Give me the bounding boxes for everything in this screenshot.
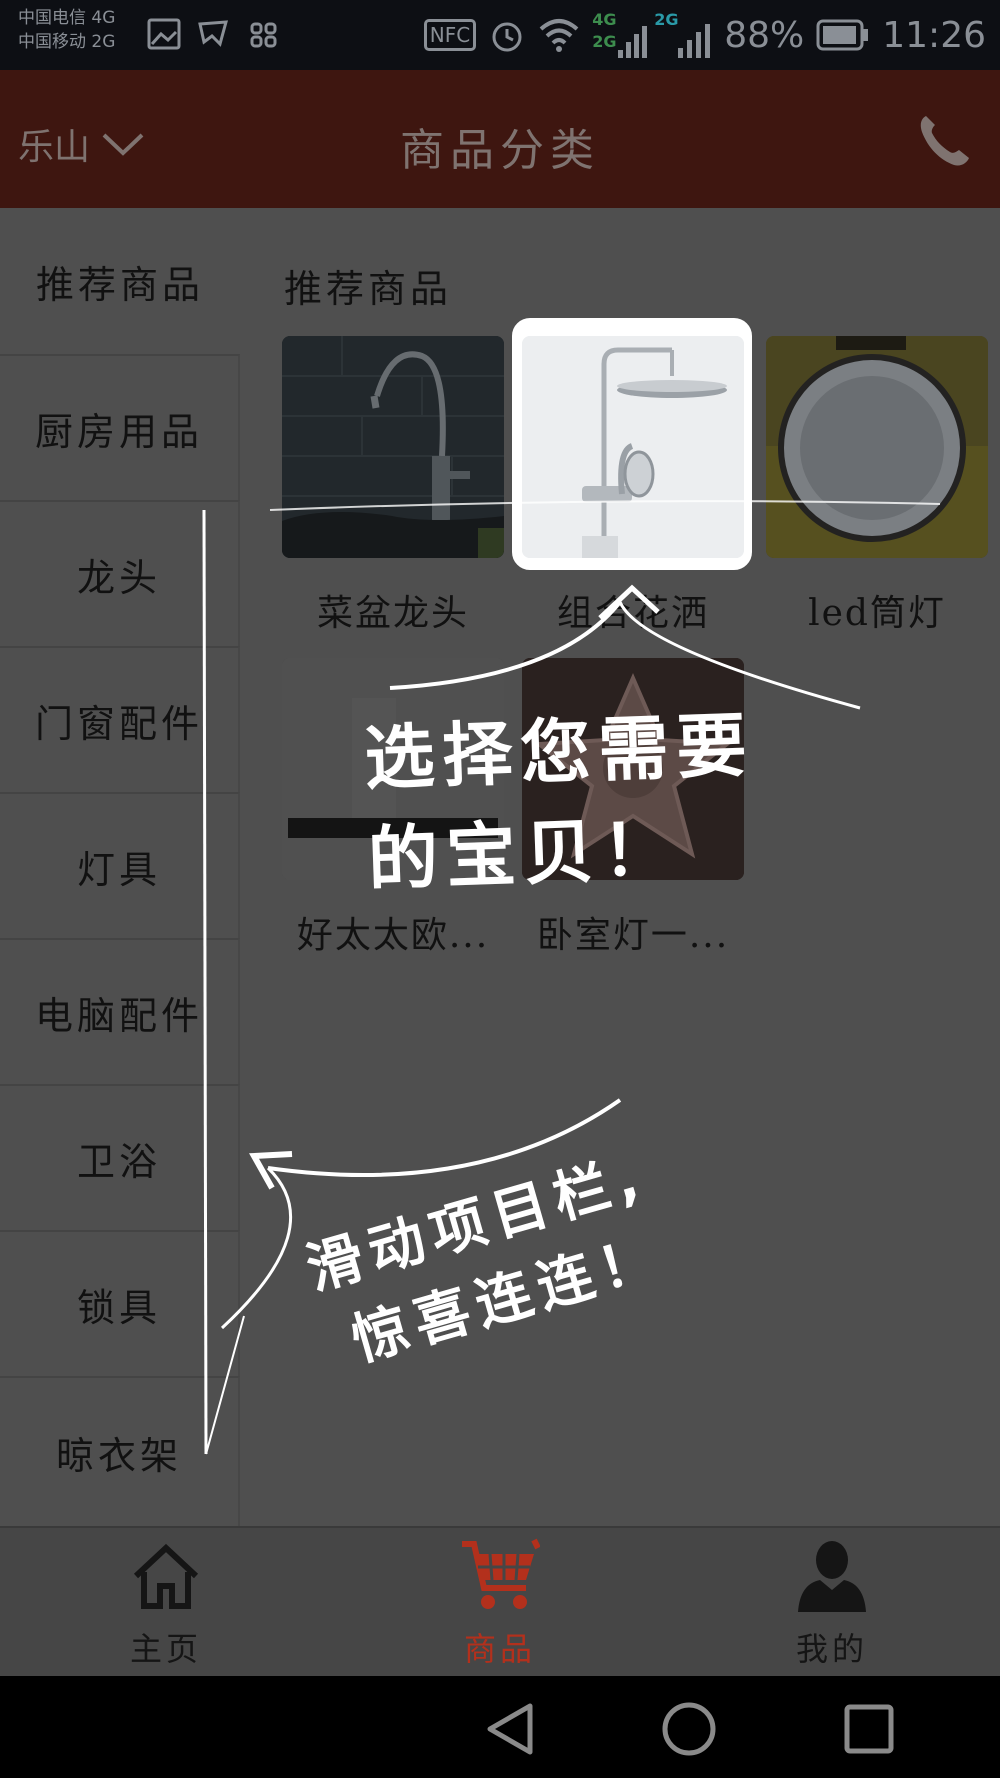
product-card[interactable]: led筒灯 (766, 336, 988, 634)
home-icon (133, 1543, 199, 1609)
battery-percent: 88% (724, 14, 805, 56)
product-image (766, 336, 988, 558)
tab-label: 商品 (463, 1630, 536, 1668)
tab-profile[interactable]: 我的 (732, 1528, 932, 1678)
tab-home[interactable]: 主页 (66, 1528, 266, 1678)
nfc-icon: NFC (423, 19, 477, 51)
wifi-icon (539, 19, 579, 52)
tab-products[interactable]: 商品 (400, 1528, 600, 1678)
product-image (522, 336, 744, 558)
sidebar-item-label: 门窗配件 (34, 701, 203, 746)
status-right: NFC 4G 2G 2G 88% 11:26 (423, 10, 986, 60)
guide-hint-scroll: 滑动项目栏, 惊喜连连！ (296, 1132, 676, 1384)
product-name: 菜盆龙头 (316, 593, 469, 634)
sidebar-item-label: 推荐商品 (35, 262, 204, 307)
tab-label: 主页 (129, 1630, 202, 1668)
sidebar-item-label: 晾衣架 (55, 1433, 182, 1478)
signal-group: 4G 2G 2G (592, 10, 712, 60)
sidebar-item-faucet[interactable]: 龙头 (0, 500, 240, 646)
message-icon (198, 20, 229, 47)
guide-hint-line: 的宝贝！ (366, 807, 682, 901)
sidebar-item-label: 锁具 (76, 1285, 161, 1330)
page-title: 商品分类 (400, 125, 600, 176)
faucet-image (282, 336, 504, 558)
battery-icon (816, 19, 869, 51)
guide-hint-select: 选择您需要 的宝贝！ (363, 689, 760, 904)
sidebar-item-label: 卫浴 (76, 1139, 161, 1184)
guide-hint-line: 选择您需要 (363, 704, 756, 800)
network-type-1: 4G (592, 10, 617, 29)
sidebar-item-computer[interactable]: 电脑配件 (0, 938, 240, 1084)
phone-icon[interactable] (914, 110, 974, 170)
gallery-icon (147, 18, 181, 50)
product-name: led筒灯 (808, 593, 946, 634)
product-name: 好太太欧... (296, 915, 490, 956)
sidebar-item-label: 龙头 (76, 555, 161, 600)
sidebar-item-locks[interactable]: 锁具 (0, 1230, 240, 1376)
product-image (282, 336, 504, 558)
sidebar-item-door-window[interactable]: 门窗配件 (0, 646, 240, 792)
signal-strength-icon (678, 24, 711, 58)
sidebar-item-bathroom[interactable]: 卫浴 (0, 1084, 240, 1230)
sidebar-item-label: 灯具 (76, 847, 161, 892)
cart-icon (462, 1538, 540, 1609)
sidebar-item-kitchen[interactable]: 厨房用品 (0, 354, 240, 500)
bottom-tab-bar: 主页 商品 我的 (0, 1526, 1000, 1678)
product-name: 卧室灯一... (536, 915, 730, 956)
product-name: 组合花洒 (556, 593, 709, 634)
carrier-2: 中国移动 2G (18, 32, 116, 52)
sidebar-item-label: 电脑配件 (34, 993, 203, 1038)
category-content: 推荐商品 厨房用品 龙头 门窗配件 灯具 电脑配件 卫浴 锁具 晾衣架 推荐商品 (0, 208, 1000, 1526)
product-card[interactable]: 组合花洒 (522, 336, 744, 634)
section-title: 推荐商品 (284, 267, 453, 311)
user-icon (798, 1541, 866, 1612)
category-sidebar[interactable]: 推荐商品 厨房用品 龙头 门窗配件 灯具 电脑配件 卫浴 锁具 晾衣架 (0, 208, 242, 1526)
app-header: 乐山 商品分类 (0, 70, 1000, 208)
product-card[interactable]: 菜盆龙头 (282, 336, 504, 634)
carrier-info: 中国电信 4G 中国移动 2G (18, 6, 115, 54)
sidebar-item-recommended[interactable]: 推荐商品 (0, 208, 240, 354)
clock: 11:26 (882, 14, 986, 56)
shower-image (522, 336, 744, 558)
sidebar-item-label: 厨房用品 (34, 409, 203, 454)
sidebar-item-clothes-rack[interactable]: 晾衣架 (0, 1376, 240, 1526)
sidebar-item-lighting[interactable]: 灯具 (0, 792, 240, 938)
home-circle-icon[interactable] (660, 1700, 718, 1758)
alarm-icon (492, 22, 522, 52)
network-type-3: 2G (654, 10, 679, 29)
signal-strength-icon (618, 26, 648, 58)
status-bar: 中国电信 4G 中国移动 2G NFC 4G 2G 2G 88% 11:26 (0, 0, 1000, 70)
network-type-2: 2G (592, 32, 617, 51)
led-light-image (766, 336, 988, 558)
system-nav-bar (0, 1676, 1000, 1778)
recent-apps-icon[interactable] (842, 1702, 896, 1756)
back-icon[interactable] (484, 1702, 538, 1756)
app-notification-icon (250, 22, 277, 48)
tab-label: 我的 (795, 1630, 868, 1668)
carrier-1: 中国电信 4G (18, 8, 116, 28)
